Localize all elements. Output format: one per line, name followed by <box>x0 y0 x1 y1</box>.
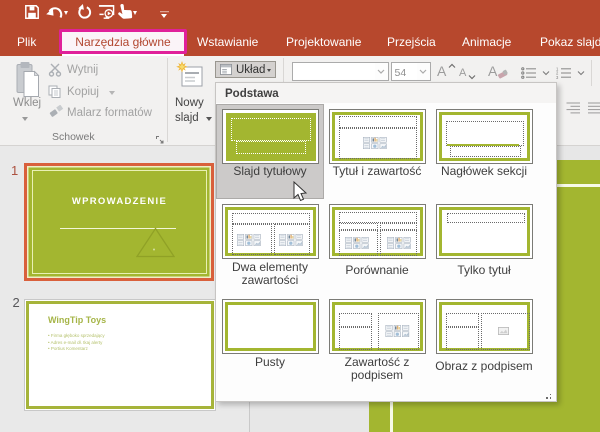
svg-text:3: 3 <box>556 75 559 79</box>
